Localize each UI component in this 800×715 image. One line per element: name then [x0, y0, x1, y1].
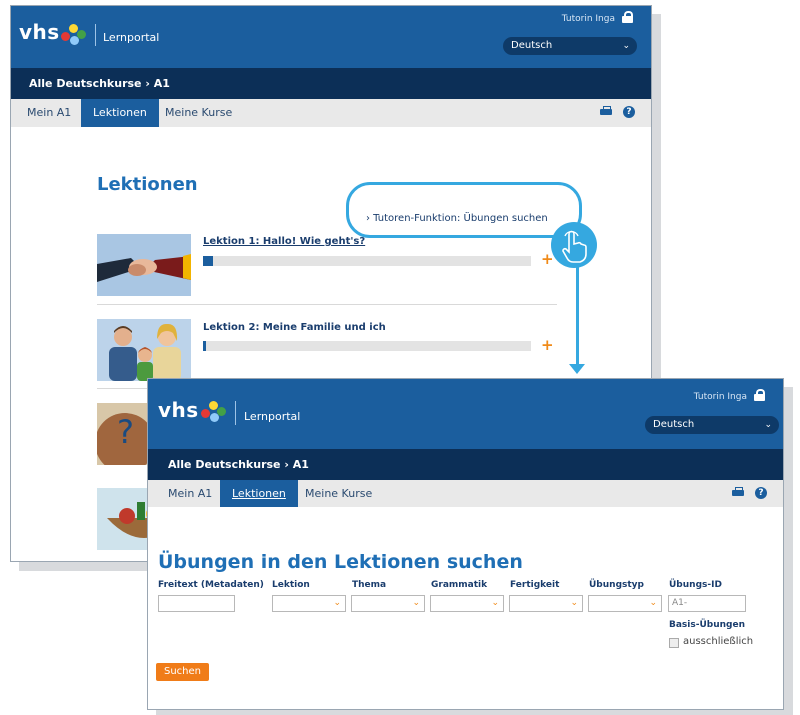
- tab-meine-kurse[interactable]: Meine Kurse: [293, 480, 384, 507]
- basis-label: Basis-Übungen: [669, 620, 745, 630]
- thema-label: Thema: [352, 580, 387, 590]
- progress-fill: [203, 256, 213, 266]
- vhs-logo[interactable]: vhs: [19, 20, 60, 44]
- lesson-1-image[interactable]: [97, 234, 191, 296]
- lektion-select[interactable]: ⌄: [272, 595, 346, 612]
- user-name[interactable]: Tutorin Inga: [694, 392, 747, 402]
- tab-bar: Mein A1 Lektionen Meine Kurse ?: [11, 99, 651, 127]
- lock-icon[interactable]: [622, 11, 633, 23]
- fertigkeit-label: Fertigkeit: [510, 580, 560, 590]
- progress-fill: [203, 341, 206, 351]
- logo-divider: [235, 401, 236, 425]
- header: vhs Lernportal Tutorin Inga Deutsch ⌄: [148, 379, 783, 449]
- divider: [97, 304, 557, 305]
- uebungstyp-select[interactable]: ⌄: [588, 595, 662, 612]
- freitext-input[interactable]: [158, 595, 235, 612]
- connector-line: [576, 266, 579, 366]
- chevron-down-icon: ⌄: [491, 598, 499, 608]
- logo-dots-icon: [201, 401, 229, 423]
- grammatik-label: Grammatik: [431, 580, 488, 590]
- portal-name: Lernportal: [103, 31, 160, 44]
- vhs-logo[interactable]: vhs: [158, 398, 199, 422]
- breadcrumb[interactable]: Alle Deutschkurse › A1: [148, 449, 783, 480]
- search-button[interactable]: Suchen: [156, 663, 210, 681]
- lesson-1-title[interactable]: Lektion 1: Hallo! Wie geht's?: [203, 236, 365, 247]
- uebungs-id-input[interactable]: A1-: [668, 595, 746, 612]
- header: vhs Lernportal Tutorin Inga Deutsch ⌄: [11, 6, 651, 68]
- tab-bar: Mein A1 Lektionen Meine Kurse ?: [148, 480, 783, 507]
- grammatik-select[interactable]: ⌄: [430, 595, 504, 612]
- freitext-label: Freitext (Metadaten): [158, 580, 264, 590]
- print-icon[interactable]: [599, 106, 612, 116]
- tab-mein-a1[interactable]: Mein A1: [15, 99, 83, 127]
- tab-lektionen[interactable]: Lektionen: [220, 480, 298, 507]
- print-icon[interactable]: [731, 487, 744, 497]
- language-value: Deutsch: [511, 40, 553, 51]
- arrow-down-icon: [569, 364, 585, 374]
- logo-divider: [95, 24, 96, 46]
- help-icon[interactable]: ?: [623, 106, 635, 118]
- logo-dots-icon: [61, 24, 89, 46]
- chevron-down-icon: ⌄: [649, 598, 657, 608]
- portal-name: Lernportal: [244, 410, 301, 423]
- help-icon[interactable]: ?: [755, 487, 767, 499]
- lock-icon[interactable]: [754, 389, 765, 401]
- user-name[interactable]: Tutorin Inga: [562, 14, 615, 24]
- lesson-2-title[interactable]: Lektion 2: Meine Familie und ich: [203, 322, 386, 333]
- fertigkeit-select[interactable]: ⌄: [509, 595, 583, 612]
- chevron-down-icon: ⌄: [570, 598, 578, 608]
- chevron-down-icon: ⌄: [412, 598, 420, 608]
- lesson-1-progress: [203, 256, 531, 266]
- chevron-down-icon: ⌄: [764, 420, 772, 430]
- chevron-down-icon: ⌄: [333, 598, 341, 608]
- lesson-2-expand-icon[interactable]: +: [541, 336, 554, 354]
- tab-mein-a1[interactable]: Mein A1: [156, 480, 224, 507]
- thema-select[interactable]: ⌄: [351, 595, 425, 612]
- search-title: Übungen in den Lektionen suchen: [158, 551, 523, 573]
- lesson-2-progress: [203, 341, 531, 351]
- highlight-callout: [346, 182, 582, 238]
- page-title: Lektionen: [97, 174, 198, 195]
- lektion-label: Lektion: [272, 580, 310, 590]
- basis-checkbox[interactable]: [669, 638, 679, 648]
- tab-meine-kurse[interactable]: Meine Kurse: [153, 99, 244, 127]
- tap-hand-icon: [551, 222, 597, 268]
- uebungs-id-label: Übungs-ID: [669, 580, 722, 590]
- language-value: Deutsch: [653, 419, 695, 430]
- language-select[interactable]: Deutsch ⌄: [645, 416, 779, 434]
- tab-lektionen[interactable]: Lektionen: [81, 99, 159, 127]
- language-select[interactable]: Deutsch ⌄: [503, 37, 637, 55]
- basis-checkbox-label[interactable]: ausschließlich: [683, 636, 753, 647]
- chevron-down-icon: ⌄: [622, 41, 630, 51]
- uebungstyp-label: Übungstyp: [589, 580, 644, 590]
- search-window: vhs Lernportal Tutorin Inga Deutsch ⌄ Al…: [147, 378, 784, 710]
- svg-text:?: ?: [117, 413, 134, 451]
- lesson-2-image[interactable]: [97, 319, 191, 381]
- breadcrumb[interactable]: Alle Deutschkurse › A1: [11, 68, 651, 99]
